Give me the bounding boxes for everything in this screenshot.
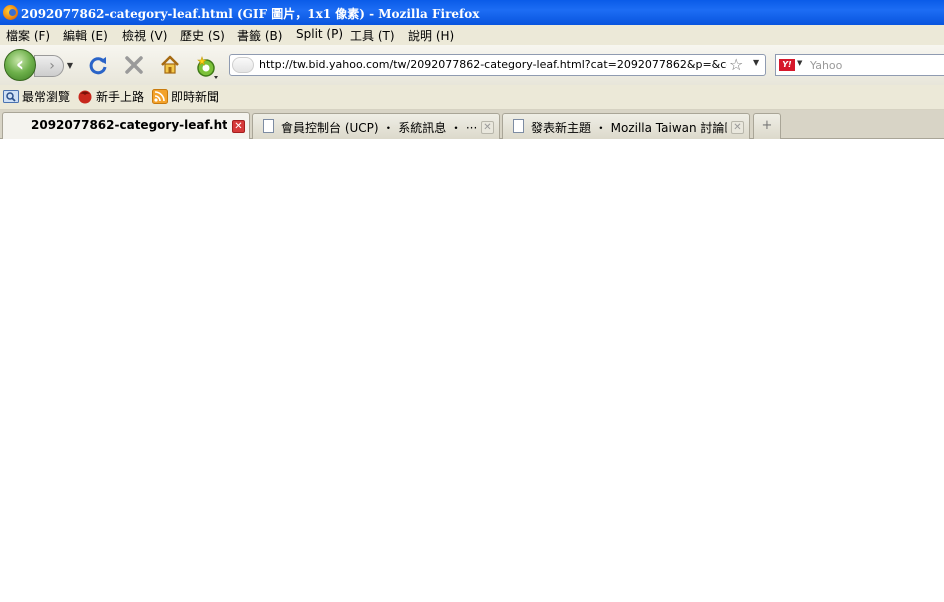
reload-button[interactable] <box>86 54 110 78</box>
bookmark-star-icon[interactable]: ☆ <box>729 55 743 74</box>
bookmark-most-visited[interactable]: 最常瀏覽 <box>3 88 70 106</box>
stop-button[interactable] <box>122 54 146 78</box>
bookmark-label: 新手上路 <box>96 90 145 104</box>
tab-label: 發表新主題 ・ Mozilla Taiwan 討論區 <box>531 121 727 135</box>
tab-bar: 2092077862-category-leaf.html ··· ✕ 會員控制… <box>0 110 944 139</box>
engine-dropdown-icon: ▼ <box>797 59 803 67</box>
bookmark-latest-news[interactable]: 即時新聞 <box>152 88 219 106</box>
history-dropdown-button[interactable]: ▼ <box>64 56 76 76</box>
addon-button[interactable] <box>194 54 218 79</box>
rss-feed-icon <box>152 89 168 104</box>
tab-label: 2092077862-category-leaf.html ··· <box>31 118 227 132</box>
search-bar[interactable]: Y! ▼ <box>775 54 944 76</box>
page-content <box>0 139 944 602</box>
bookmark-getting-started[interactable]: 新手上路 <box>77 88 144 106</box>
url-dropdown-icon[interactable]: ▼ <box>753 58 759 67</box>
firefox-bookmark-icon <box>78 90 92 104</box>
back-button[interactable]: ‹ <box>4 49 36 81</box>
forward-arrow-icon: › <box>49 58 55 74</box>
url-bar[interactable]: http://tw.bid.yahoo.com/tw/2092077862-ca… <box>229 54 766 76</box>
yahoo-logo-icon: Y! <box>779 59 795 71</box>
home-icon <box>161 55 179 74</box>
menu-bookmarks[interactable]: 書籤 (B) <box>237 27 282 44</box>
home-button[interactable] <box>158 54 182 78</box>
navigation-toolbar: › ‹ ▼ http://tw.bid.yahoo.com/tw/2092077… <box>0 45 944 85</box>
url-text[interactable]: http://tw.bid.yahoo.com/tw/2092077862-ca… <box>259 58 727 71</box>
site-identity-button[interactable] <box>232 57 254 73</box>
new-tab-button[interactable]: + <box>753 113 781 139</box>
bookmark-label: 最常瀏覽 <box>22 90 71 104</box>
plus-icon: + <box>761 118 773 133</box>
stop-icon <box>125 56 143 74</box>
page-icon <box>513 119 524 133</box>
smart-bookmark-icon <box>3 90 19 103</box>
firefox-logo-icon <box>3 5 18 20</box>
forward-button[interactable]: › <box>34 55 64 77</box>
menu-help[interactable]: 說明 (H) <box>408 27 454 44</box>
bookmarks-toolbar: 最常瀏覽 新手上路 即時新聞 <box>0 85 944 110</box>
reload-icon <box>89 57 107 75</box>
bookmark-label: 即時新聞 <box>171 90 220 104</box>
window-title: 2092077862-category-leaf.html (GIF 圖片，1x… <box>21 7 480 21</box>
menu-edit[interactable]: 編輯 (E) <box>63 27 108 44</box>
close-tab-icon[interactable]: ✕ <box>481 121 494 134</box>
close-tab-icon[interactable]: ✕ <box>731 121 744 134</box>
search-engine-button[interactable]: Y! ▼ <box>779 58 805 72</box>
menu-split[interactable]: Split (P) <box>296 27 343 41</box>
tab-category-leaf[interactable]: 2092077862-category-leaf.html ··· ✕ <box>2 112 250 139</box>
menu-history[interactable]: 歷史 (S) <box>180 27 225 44</box>
menu-view[interactable]: 檢視 (V) <box>122 27 167 44</box>
tab-new-topic[interactable]: 發表新主題 ・ Mozilla Taiwan 討論區 ✕ <box>502 113 750 139</box>
menu-file[interactable]: 檔案 (F) <box>6 27 50 44</box>
addon-icon <box>197 56 218 79</box>
tab-ucp-messages[interactable]: 會員控制台 (UCP) ・ 系統訊息 ・ ··· ✕ <box>252 113 500 139</box>
back-arrow-icon: ‹ <box>15 52 25 76</box>
menu-tools[interactable]: 工具 (T) <box>350 27 395 44</box>
page-icon <box>263 119 274 133</box>
close-tab-icon[interactable]: ✕ <box>232 120 245 133</box>
tab-label: 會員控制台 (UCP) ・ 系統訊息 ・ ··· <box>281 121 477 135</box>
menu-bar: 檔案 (F) 編輯 (E) 檢視 (V) 歷史 (S) 書籤 (B) Split… <box>0 25 944 45</box>
search-input[interactable] <box>810 57 940 73</box>
window-title-bar[interactable]: 2092077862-category-leaf.html (GIF 圖片，1x… <box>0 0 944 25</box>
